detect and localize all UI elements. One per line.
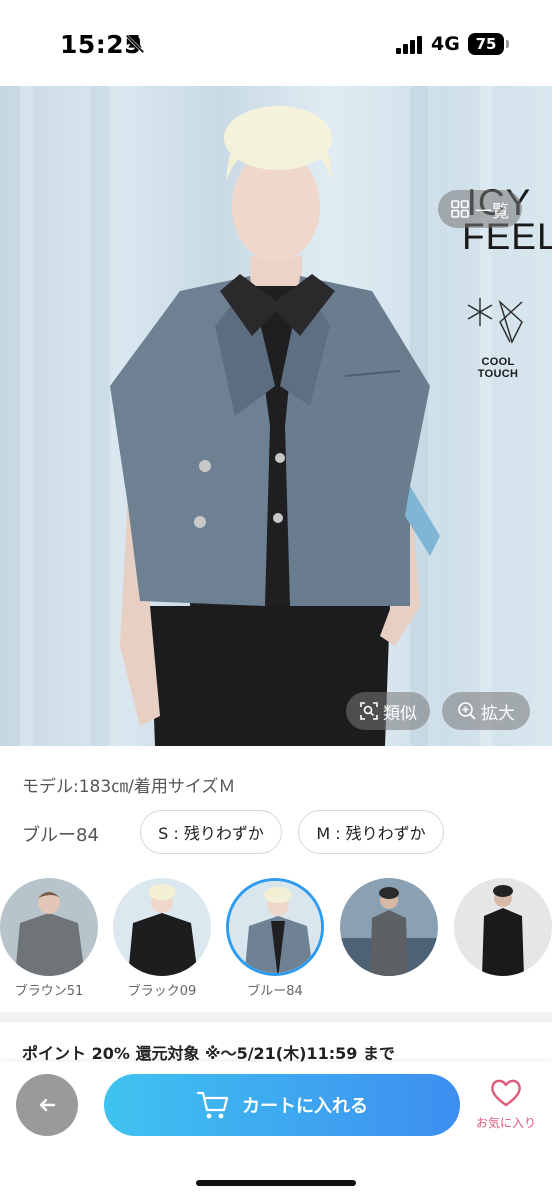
swatch-photo [340,878,438,976]
swatch-photo [229,881,321,973]
swatch-image [454,878,552,976]
zoom-label: 拡大 [481,703,515,724]
color-swatch-black[interactable]: ブラック09 [113,878,211,999]
back-button[interactable] [16,1074,78,1136]
cool-touch-badge: COOL TOUCH [477,356,519,380]
battery-icon: 75 [468,33,504,55]
selected-color-name: ブルー84 [22,825,99,846]
swatch-label: ブルー84 [247,984,303,999]
swatch-photo [0,878,98,976]
swatch-image [340,878,438,976]
model-info: モデル:183㎝/着用サイズＭ [22,777,236,797]
favorite-label: お気に入り [475,1116,536,1130]
swatch-image [113,878,211,976]
arrow-left-icon [39,1098,56,1112]
image-search-icon [360,702,378,720]
add-to-cart-label: カートに入れる [242,1096,368,1117]
heart-icon [491,1079,521,1107]
signal-icon [396,36,424,54]
color-swatch-grey-alt[interactable] [340,878,438,980]
swatch-label: ブラック09 [127,984,197,999]
swatch-image [226,878,324,976]
swatch-photo [113,878,211,976]
grid-icon [451,200,469,218]
color-swatch-black-alt[interactable] [454,878,552,980]
favorite-button[interactable]: お気に入り [470,1078,542,1131]
status-bar: 15:25 4G 75 [0,0,552,86]
color-swatch-brown[interactable]: ブラウン51 [0,878,98,999]
battery-tip [506,40,509,48]
size-chip-s[interactable]: S : 残りわずか [140,810,282,854]
zoom-in-icon [458,702,476,720]
similar-button[interactable]: 類似 [346,692,430,730]
network-label: 4G [431,33,460,55]
swatch-label: ブラウン51 [14,984,84,999]
section-divider [0,1012,552,1022]
snowflake-icon [467,298,523,344]
home-indicator [196,1180,356,1186]
points-campaign-text: ポイント 20% 還元対象 ※～5/21(木)11:59 まで [22,1044,395,1063]
bell-off-icon [125,34,145,54]
similar-label: 類似 [383,703,417,724]
size-chip-m[interactable]: M : 残りわずか [298,810,444,854]
zoom-button[interactable]: 拡大 [442,692,530,730]
list-view-button[interactable]: 一覧 [438,190,522,228]
cart-icon [196,1091,229,1119]
swatch-photo [454,878,552,976]
color-swatch-blue[interactable]: ブルー84 [226,878,324,999]
product-image[interactable]: ICY FEEL COOL TOUCH 一覧 類似 [0,86,552,746]
swatch-image [0,878,98,976]
list-view-label: 一覧 [475,201,509,222]
add-to-cart-button[interactable]: カートに入れる [104,1074,460,1136]
